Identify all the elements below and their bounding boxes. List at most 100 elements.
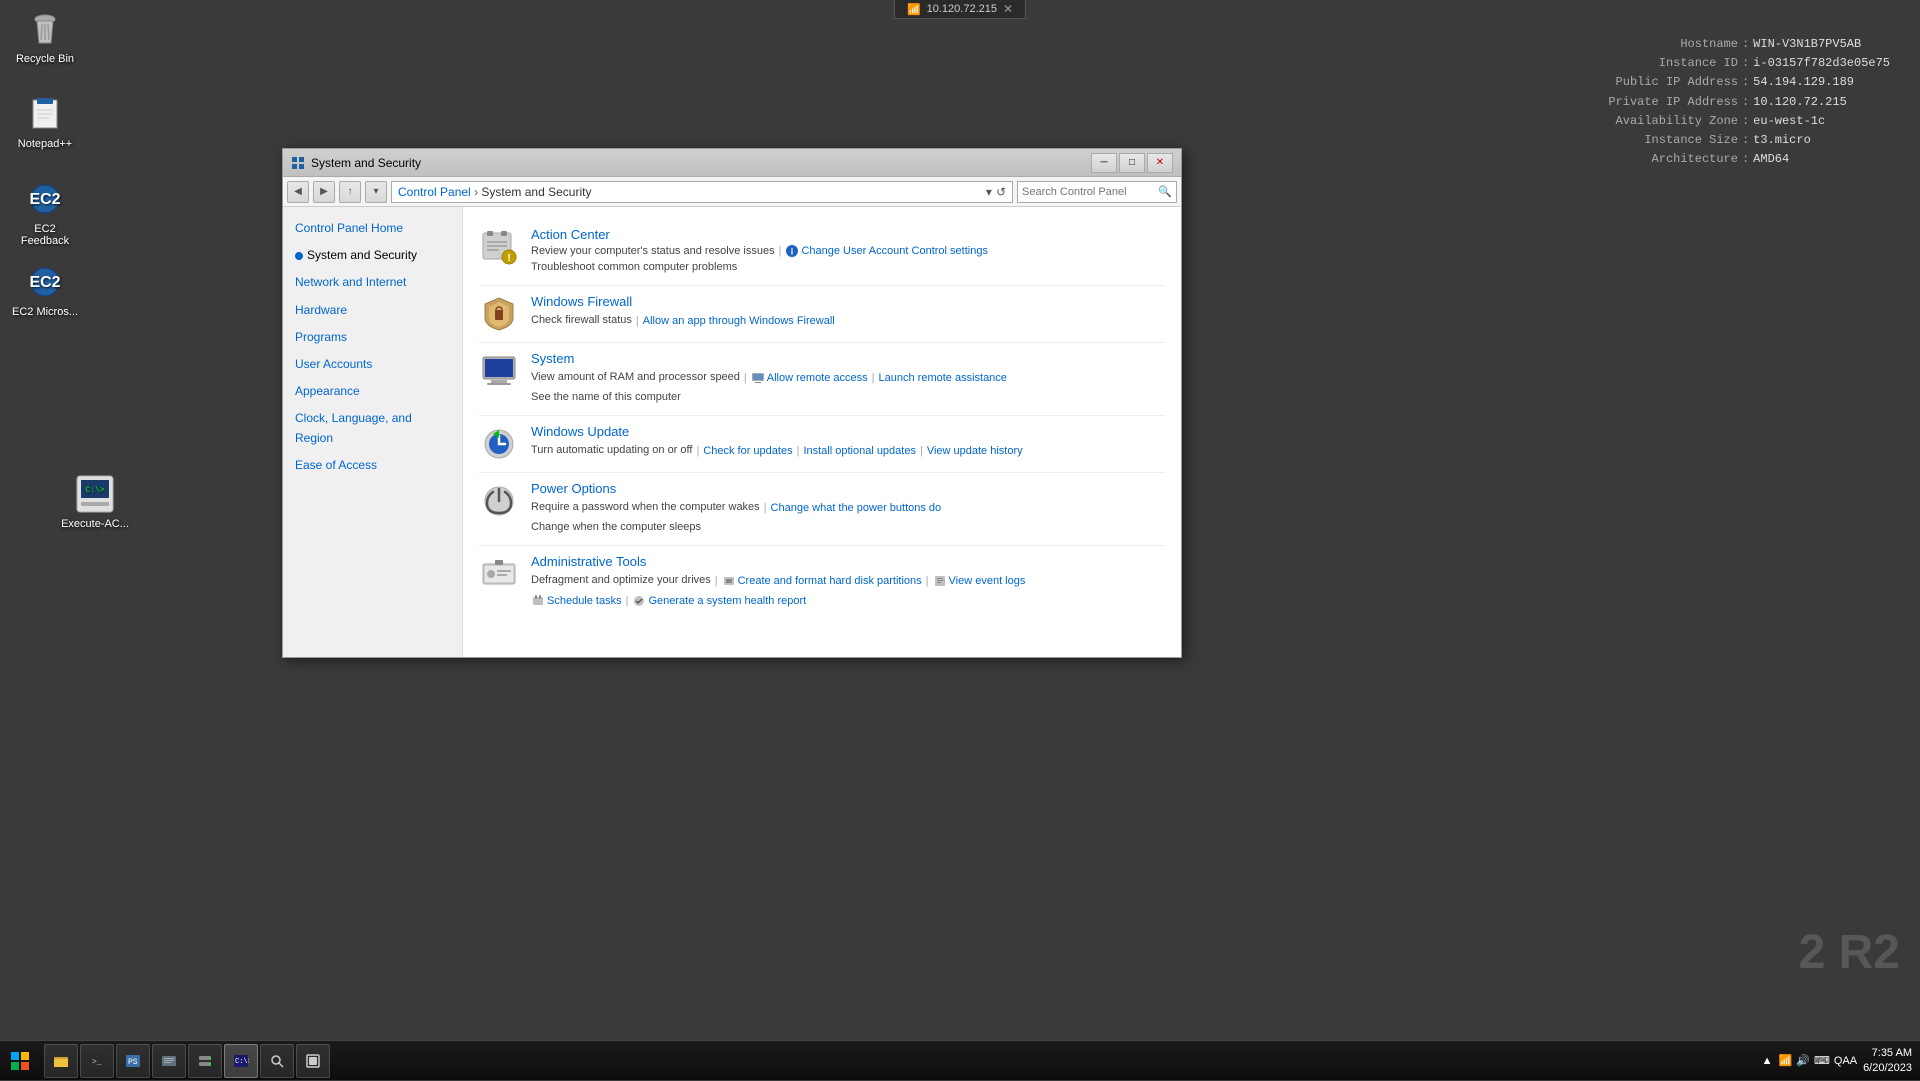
allow-app-firewall-link[interactable]: Allow an app through Windows Firewall (643, 315, 835, 327)
notepad-label: Notepad++ (18, 138, 72, 150)
firewall-desc: Check firewall status (531, 313, 632, 328)
view-event-logs-link[interactable]: View event logs (933, 574, 1026, 588)
desktop-icon-execute[interactable]: C:\> Execute-AC... (55, 470, 135, 534)
net-bar-close[interactable]: ✕ (1003, 2, 1013, 16)
address-refresh-icon[interactable]: ↺ (996, 185, 1006, 199)
action-center-desc: Review your computer's status and resolv… (531, 245, 775, 257)
category-action-center: ! Action Center Review your computer's s… (479, 219, 1165, 286)
az-val: eu-west-1c (1753, 112, 1825, 131)
sidebar-item-appearance[interactable]: Appearance (283, 378, 462, 405)
execute-icon-img: C:\> (75, 474, 115, 514)
instance-size-label: Instance Size (1578, 131, 1738, 150)
recent-locations-button[interactable]: ▾ (365, 181, 387, 203)
arch-label: Architecture (1578, 150, 1738, 169)
close-button[interactable]: ✕ (1147, 153, 1173, 173)
private-ip-val: 10.120.72.215 (1753, 93, 1847, 112)
category-windows-firewall: Windows Firewall Check firewall status |… (479, 286, 1165, 343)
forward-button[interactable]: ▶ (313, 181, 335, 203)
install-optional-updates-link[interactable]: Install optional updates (803, 445, 916, 457)
clock-date: 6/20/2023 (1863, 1061, 1912, 1075)
view-update-history-link[interactable]: View update history (927, 445, 1023, 457)
check-for-updates-link[interactable]: Check for updates (703, 445, 792, 457)
taskbar-right: ▲ 📶 🔊 ⌨ QAA 7:35 AM 6/20/2023 (1754, 1046, 1920, 1075)
taskbar-terminal-1[interactable]: >_ (80, 1044, 114, 1078)
taskbar-server-manager[interactable] (188, 1044, 222, 1078)
desktop-icon-ec2-micros[interactable]: EC2 EC2 Micros... (5, 258, 85, 322)
taskbar-search[interactable] (260, 1044, 294, 1078)
active-indicator (295, 252, 303, 260)
desktop-icon-notepad[interactable]: Notepad++ (5, 90, 85, 154)
address-dropdown-icon[interactable]: ▾ (986, 185, 992, 199)
taskbar-tasks-icon (305, 1053, 321, 1069)
generate-health-report-link[interactable]: Generate a system health report (632, 594, 806, 608)
sidebar-item-hardware[interactable]: Hardware (283, 297, 462, 324)
minimize-button[interactable]: ─ (1091, 153, 1117, 173)
ec2-feedback-label: EC2 Feedback (9, 223, 81, 247)
change-uac-link[interactable]: i Change User Account Control settings (785, 244, 988, 258)
window-controls: ─ □ ✕ (1091, 153, 1173, 173)
taskbar-items: >_ PS (40, 1044, 1754, 1078)
maximize-button[interactable]: □ (1119, 153, 1145, 173)
network-bar: 📶 10.120.72.215 ✕ (894, 0, 1026, 19)
schedule-tasks-link[interactable]: Schedule tasks (531, 594, 622, 608)
address-breadcrumb[interactable]: Control Panel › System and Security ▾ ↺ (391, 181, 1013, 203)
taskbar-cmd[interactable]: C:\> (224, 1044, 258, 1078)
action-center-icon: ! (479, 227, 519, 267)
sidebar-item-ease-of-access[interactable]: Ease of Access (283, 452, 462, 479)
search-input[interactable] (1022, 186, 1154, 198)
admin-tools-title[interactable]: Administrative Tools (531, 554, 1165, 569)
power-options-title[interactable]: Power Options (531, 481, 1165, 496)
sidebar-item-clock-language[interactable]: Clock, Language, and Region (283, 405, 462, 451)
sidebar-item-programs[interactable]: Programs (283, 324, 462, 351)
sidebar-item-network-internet[interactable]: Network and Internet (283, 269, 462, 296)
up-button[interactable]: ↑ (339, 181, 361, 203)
create-format-disk-link[interactable]: Create and format hard disk partitions (722, 574, 922, 588)
search-box: 🔍 (1017, 181, 1177, 203)
server-manager-icon (197, 1053, 213, 1069)
main-content: ! Action Center Review your computer's s… (463, 207, 1181, 657)
private-ip-label: Private IP Address (1578, 93, 1738, 112)
taskbar-chevron[interactable]: ▲ (1762, 1055, 1773, 1067)
taskbar-file-explorer[interactable] (44, 1044, 78, 1078)
sidebar-item-control-panel-home[interactable]: Control Panel Home (283, 215, 462, 242)
hostname-val: WIN-V3N1B7PV5AB (1753, 35, 1861, 54)
notepad-icon (25, 94, 65, 134)
volume-icon[interactable]: 🔊 (1796, 1054, 1810, 1067)
change-power-buttons-link[interactable]: Change what the power buttons do (771, 502, 942, 514)
disk-icon (722, 574, 736, 588)
arch-val: AMD64 (1753, 150, 1789, 169)
file-explorer-icon (53, 1053, 69, 1069)
taskbar-terminal-2[interactable]: PS (116, 1044, 150, 1078)
taskbar-search-icon (269, 1053, 285, 1069)
breadcrumb-text: Control Panel › System and Security (398, 185, 591, 199)
desktop-icon-recycle-bin[interactable]: Recycle Bin (5, 5, 85, 69)
ec2-micros-label: EC2 Micros... (12, 306, 78, 318)
system-title[interactable]: System (531, 351, 1165, 366)
desktop: 📶 10.120.72.215 ✕ Recycle Bin (0, 0, 1920, 1080)
taskbar-clock[interactable]: 7:35 AM 6/20/2023 (1863, 1046, 1912, 1075)
svg-text:C:\>: C:\> (235, 1058, 249, 1066)
event-logs-icon (933, 574, 947, 588)
desktop-icon-ec2-feedback[interactable]: EC2 EC2 Feedback (5, 175, 85, 251)
firewall-title[interactable]: Windows Firewall (531, 294, 1165, 309)
schedule-icon (531, 594, 545, 608)
taskbar-files[interactable] (152, 1044, 186, 1078)
start-button[interactable] (0, 1041, 40, 1081)
admin-tools-icon (479, 554, 519, 594)
category-power-options: Power Options Require a password when th… (479, 473, 1165, 546)
power-options-desc: Require a password when the computer wak… (531, 500, 760, 515)
taskbar: >_ PS (0, 1040, 1920, 1080)
search-icon[interactable]: 🔍 (1158, 185, 1172, 198)
sidebar-item-user-accounts[interactable]: User Accounts (283, 351, 462, 378)
system-info-panel: Hostname : WIN-V3N1B7PV5AB Instance ID :… (1578, 35, 1890, 169)
svg-text:!: ! (507, 253, 510, 264)
allow-remote-access-link[interactable]: Allow remote access (751, 371, 868, 385)
category-administrative-tools: Administrative Tools Defragment and opti… (479, 546, 1165, 616)
windows-update-title[interactable]: Windows Update (531, 424, 1165, 439)
back-button[interactable]: ◀ (287, 181, 309, 203)
taskbar-tasks[interactable] (296, 1044, 330, 1078)
instance-id-val: i-03157f782d3e05e75 (1753, 54, 1890, 73)
action-center-title[interactable]: Action Center (531, 227, 1165, 242)
sidebar-item-system-security[interactable]: System and Security (283, 242, 462, 269)
launch-remote-assistance-link[interactable]: Launch remote assistance (879, 372, 1007, 384)
